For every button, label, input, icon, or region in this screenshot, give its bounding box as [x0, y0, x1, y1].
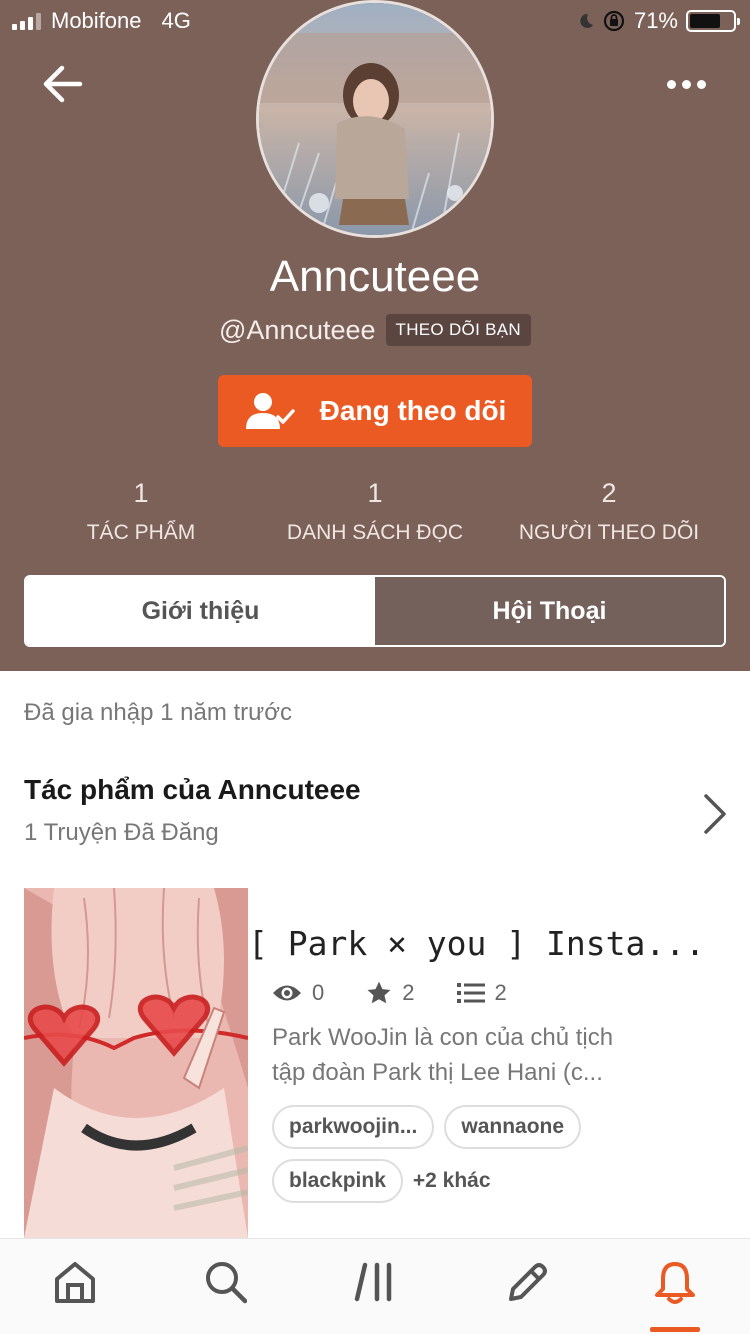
library-icon — [354, 1262, 392, 1302]
works-section-title[interactable]: Tác phẩm của Anncuteee — [24, 774, 361, 806]
stat-reading-lists-label: DANH SÁCH ĐỌC — [286, 521, 464, 544]
story-meta: 0 2 2 — [272, 980, 549, 1006]
nav-search[interactable] — [195, 1259, 255, 1315]
stat-followers-value: 2 — [601, 478, 617, 508]
list-icon — [456, 983, 485, 1003]
profile-header: Mobifone 4G 22:30 71% — [0, 0, 750, 671]
story-reads-count: 0 — [312, 980, 325, 1005]
story-parts: 2 — [456, 980, 507, 1006]
star-icon — [367, 981, 391, 1004]
more-options-button[interactable] — [660, 64, 712, 104]
nav-write[interactable] — [495, 1259, 555, 1315]
story-votes-count: 2 — [402, 980, 415, 1005]
stat-works[interactable]: 1 TÁC PHẨM — [16, 478, 266, 545]
back-button[interactable] — [40, 60, 88, 108]
profile-display-name: Anncuteee — [269, 252, 481, 301]
battery-percent: 71% — [633, 8, 678, 33]
stat-works-value: 1 — [133, 478, 149, 508]
stat-followers-label: NGƯỜI THEO DÕI — [518, 521, 700, 544]
story-title[interactable]: [ Park × you ] Insta... — [248, 924, 705, 963]
eye-icon — [273, 985, 301, 1001]
tag-row: blackpink +2 khác — [272, 1159, 712, 1203]
stat-followers[interactable]: 2 NGƯỜI THEO DÕI — [484, 478, 734, 545]
follows-you-badge: THEO DÕI BẠN — [385, 314, 531, 346]
story-description-line: Park WooJin là con của chủ tịch — [272, 1024, 614, 1051]
nav-home[interactable] — [45, 1259, 105, 1315]
works-section-subtitle: 1 Truyện Đã Đăng — [24, 819, 219, 846]
story-parts-count: 2 — [494, 980, 507, 1005]
search-icon — [206, 1262, 247, 1304]
profile-tabs: Giới thiệu Hội Thoại — [24, 575, 726, 647]
more-dot-icon — [696, 79, 706, 89]
following-button[interactable]: Đang theo dõi — [218, 375, 532, 447]
story-description-line: tập đoàn Park thị Lee Hani (c... — [272, 1059, 603, 1086]
story-cover-art — [24, 888, 248, 1238]
tag-chip[interactable]: blackpink — [272, 1159, 403, 1203]
pencil-icon — [509, 1263, 547, 1301]
profile-username: @Anncuteee — [219, 314, 376, 345]
more-dot-icon — [666, 79, 676, 89]
following-button-label: Đang theo dõi — [319, 395, 507, 426]
rotation-lock-icon — [603, 10, 625, 32]
battery-icon — [686, 10, 740, 32]
bottom-nav — [0, 1238, 750, 1334]
joined-date: Đã gia nhập 1 năm trước — [24, 699, 292, 726]
nav-notifications[interactable] — [645, 1259, 705, 1315]
story-tags: parkwoojin... wannaone blackpink +2 khác — [272, 1105, 712, 1213]
nav-active-indicator — [650, 1327, 700, 1332]
stat-reading-lists-value: 1 — [367, 478, 383, 508]
avatar[interactable] — [256, 0, 494, 238]
home-icon — [55, 1262, 95, 1303]
tab-conversations[interactable]: Hội Thoại — [375, 577, 724, 645]
stat-reading-lists[interactable]: 1 DANH SÁCH ĐỌC — [250, 478, 500, 545]
chevron-right-icon — [704, 794, 726, 834]
user-check-icon — [245, 393, 295, 429]
works-chevron-button[interactable] — [700, 790, 730, 838]
status-bar-right: 71% — [576, 8, 740, 34]
nav-library[interactable] — [345, 1259, 405, 1315]
moon-icon — [580, 13, 593, 28]
tab-about[interactable]: Giới thiệu — [26, 577, 375, 645]
back-arrow-icon — [43, 65, 83, 103]
story-description: Park WooJin là con của chủ tịch tập đoàn… — [272, 1020, 672, 1090]
username-row: @Anncuteee THEO DÕI BẠN — [0, 314, 750, 346]
story-cover-image[interactable] — [24, 888, 248, 1238]
bell-icon — [655, 1262, 695, 1304]
stat-works-label: TÁC PHẨM — [86, 521, 196, 544]
story-reads: 0 — [272, 980, 324, 1006]
story-votes: 2 — [366, 980, 415, 1006]
more-tags-link[interactable]: +2 khác — [413, 1169, 491, 1193]
avatar-image — [259, 3, 491, 235]
more-dot-icon — [681, 79, 691, 89]
tag-chip[interactable]: parkwoojin... — [272, 1105, 435, 1149]
tag-chip[interactable]: wannaone — [444, 1105, 582, 1149]
tag-row: parkwoojin... wannaone — [272, 1105, 712, 1149]
